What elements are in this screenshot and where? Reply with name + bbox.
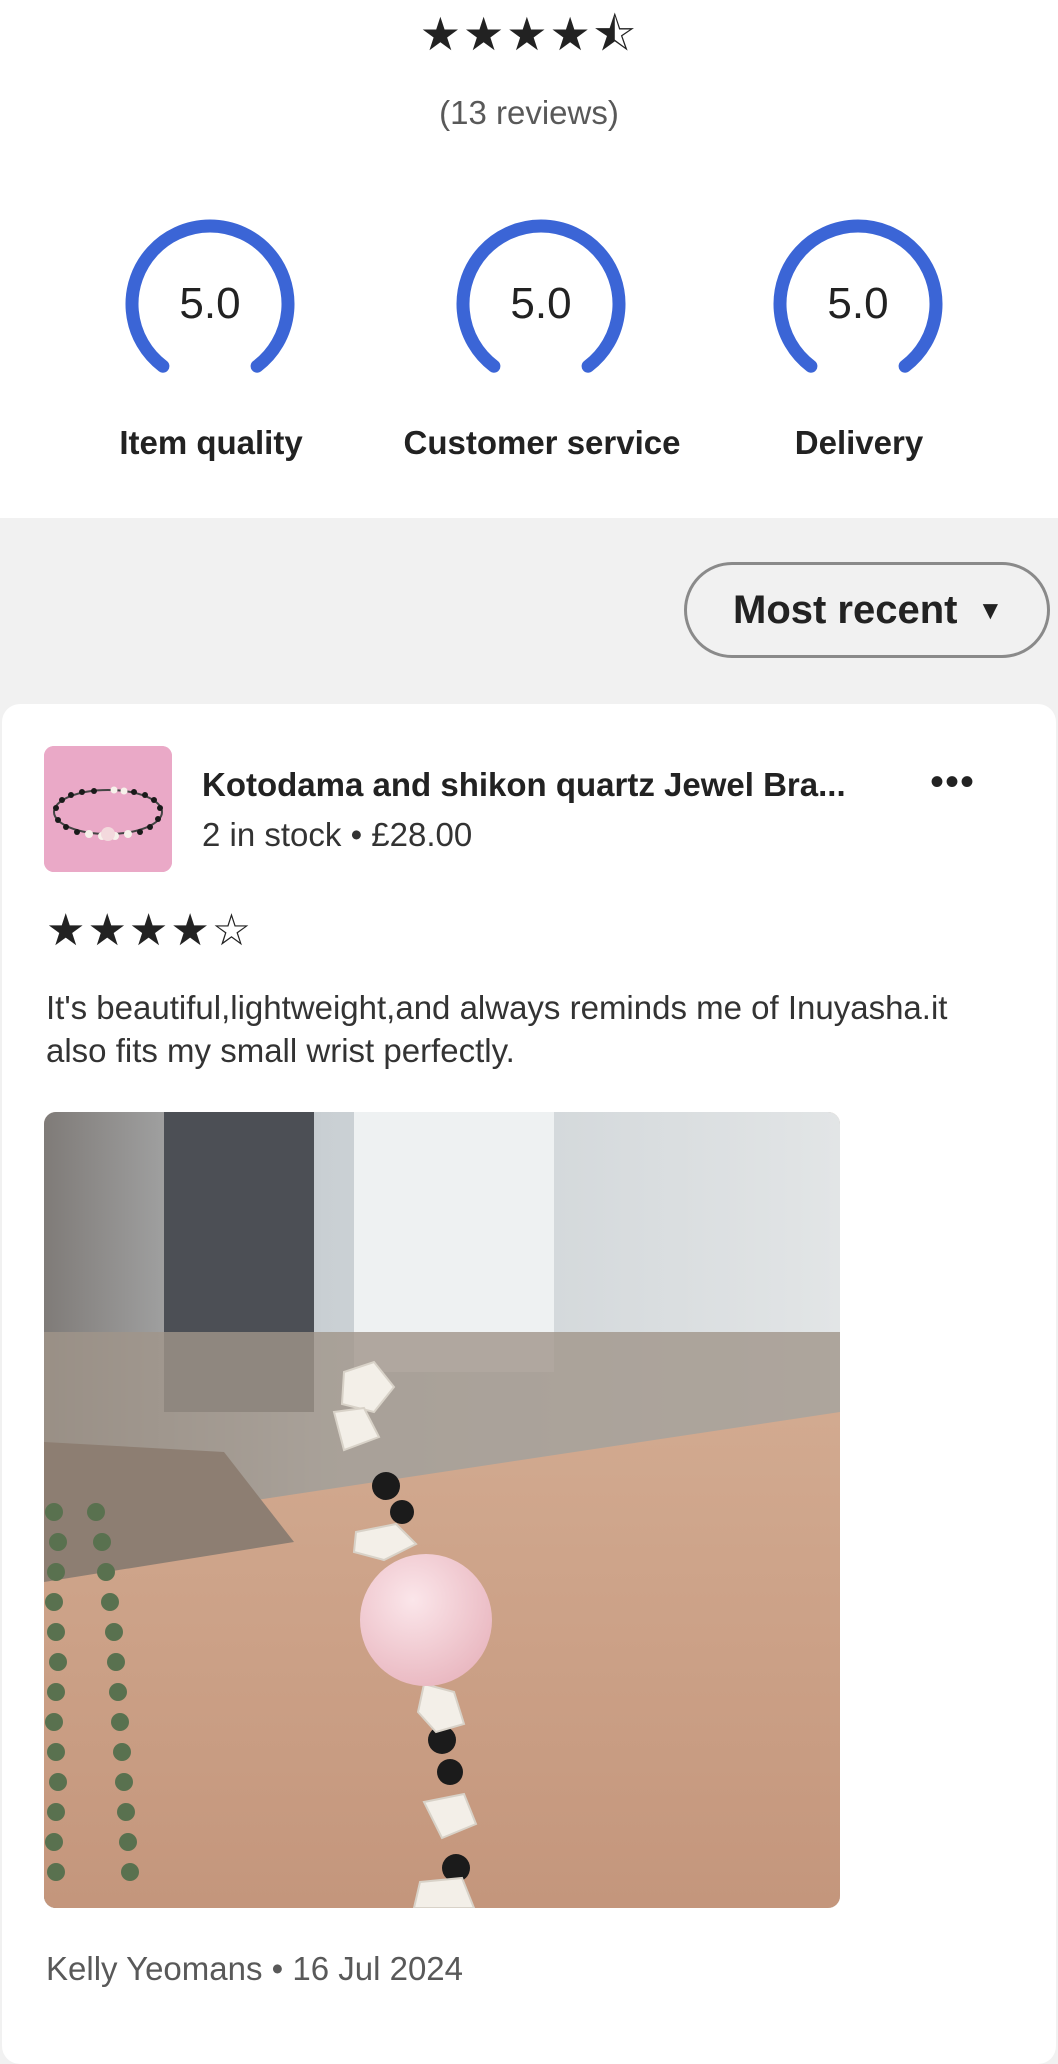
review-count: (13 reviews) [439, 94, 619, 131]
reviewer-name-date: Kelly Yeomans • 16 Jul 2024 [46, 1950, 464, 1987]
review-text: It's beautiful,lightweight,and always re… [46, 989, 948, 1069]
sort-label: Most recent [733, 587, 958, 632]
delivery-label: Delivery [794, 424, 924, 461]
delivery-ring: 5.0 [766, 212, 950, 396]
review-star-rating: ★★★★☆ [46, 906, 254, 955]
review-card: Kotodama and shikon quartz Jewel Bra... … [2, 704, 1056, 2064]
chevron-down-icon: ▼ [977, 594, 1004, 625]
item-quality-ring: 5.0 [118, 212, 302, 396]
overall-star-rating: ★★★★⯪ [419, 8, 639, 60]
product-thumbnail[interactable] [44, 746, 172, 872]
item-quality-label: Item quality [119, 424, 303, 461]
customer-service-score: 5.0 [510, 279, 572, 328]
sort-dropdown-button[interactable]: Most recent ▼ [684, 562, 1050, 658]
product-stock-price: 2 in stock • £28.00 [202, 816, 473, 853]
customer-service-label: Customer service [403, 424, 681, 461]
delivery-score: 5.0 [827, 279, 889, 328]
rating-summary: ★★★★⯪ (13 reviews) 5.0 Item quality 5.0 … [0, 0, 1058, 518]
review-photo[interactable] [44, 1112, 840, 1908]
customer-service-ring: 5.0 [449, 212, 633, 396]
item-quality-score: 5.0 [179, 279, 241, 328]
more-options-icon[interactable]: ••• [930, 762, 975, 802]
product-title-link[interactable]: Kotodama and shikon quartz Jewel Bra... [202, 766, 846, 804]
